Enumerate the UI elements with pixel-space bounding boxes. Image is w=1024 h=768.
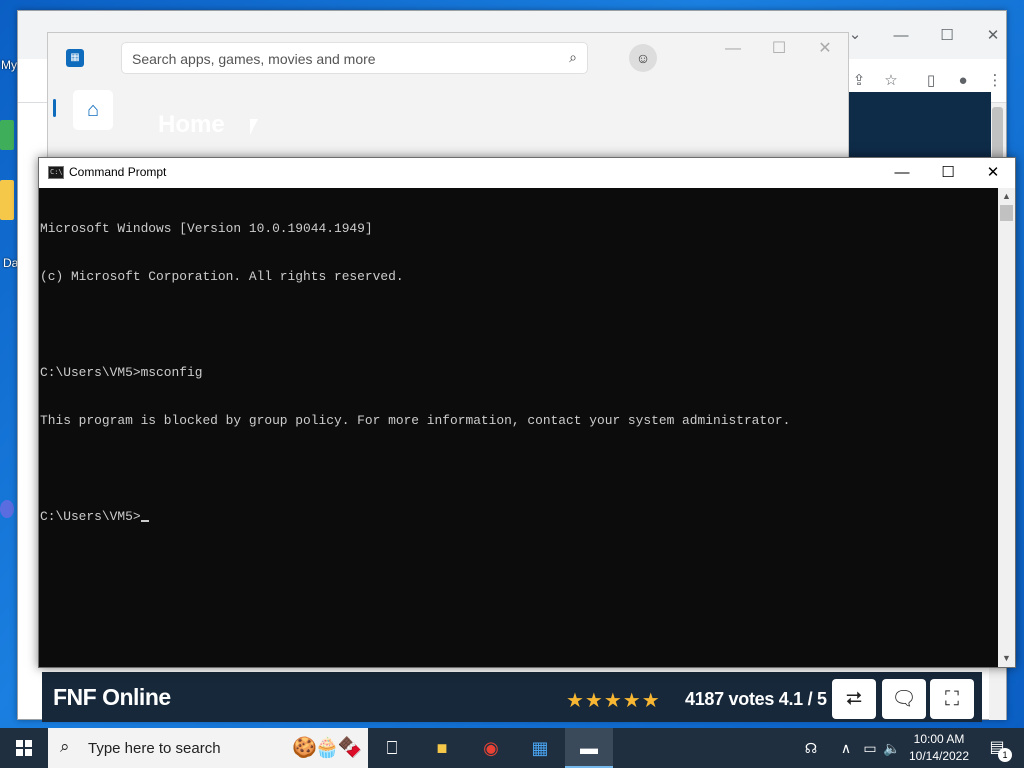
share-button[interactable]: ⮂ [832,679,876,719]
cmd-minimize-button[interactable]: — [879,158,925,188]
console-line: This program is blocked by group policy.… [40,413,791,428]
store-search-box[interactable]: ⌕ [121,42,588,74]
console-line: Microsoft Windows [Version 10.0.19044.19… [40,221,373,236]
people-icon[interactable]: ☊ [798,728,824,768]
folder-icon[interactable] [0,180,14,220]
task-view-icon: ⎕ [386,738,398,758]
share-icon: ⮂ [846,688,862,710]
store-window: ▦ ⌕ ☺ — ☐ ✕ ⌂ Home [47,32,849,163]
task-view-button[interactable]: ⎕ [368,728,416,768]
scrollbar-thumb[interactable] [1000,205,1013,221]
cmd-maximize-button[interactable]: ☐ [925,158,971,188]
rating-votes: 4187 votes 4.1 / 5 [685,689,827,709]
game-info-bar: FNF Online ★★★★★ 4187 votes 4.1 / 5 ⮂ 🗨 … [42,672,982,722]
scroll-up-arrow-icon[interactable]: ▲ [998,188,1015,205]
taskbar-chrome[interactable]: ◉ [467,728,515,768]
cmd-window: C:\ Command Prompt — ☐ ✕ Microsoft Windo… [38,157,1016,668]
cmd-titlebar[interactable]: C:\ Command Prompt — ☐ ✕ [39,158,1015,188]
taskbar-file-explorer[interactable]: ■ [418,728,466,768]
windows-logo-icon [16,740,32,756]
rating-stars[interactable]: ★★★★★ [566,688,661,713]
page-title: Home [158,111,225,138]
comment-icon: 🗨 [891,688,917,710]
app-icon[interactable] [0,120,14,150]
taskbar-cmd[interactable]: ▬ [565,728,613,768]
clock-time: 10:00 AM [913,732,965,746]
store-minimize-button[interactable]: — [713,39,753,59]
nav-selected-indicator [53,99,56,117]
store-maximize-button[interactable]: ☐ [759,39,799,59]
store-nav: ⌂ [48,83,122,163]
clock-date: 10/14/2022 [908,749,970,763]
console-line: ​ [40,317,1000,333]
mouse-cursor [250,119,258,135]
store-close-button[interactable]: ✕ [805,39,845,59]
chrome-close-button[interactable]: ✕ [978,21,1008,51]
chrome-maximize-button[interactable]: ☐ [932,21,962,51]
app-icon[interactable] [0,500,14,518]
store-icon: ▦ [531,738,549,758]
fullscreen-icon: ⛶ [945,688,959,710]
nav-home[interactable]: ⌂ [73,90,113,130]
cmd-window-title: Command Prompt [69,165,167,179]
cmd-icon: C:\ [48,166,64,179]
console-prompt-line: C:\Users\VM5> [40,509,1000,525]
cmd-icon: ▬ [580,738,598,758]
store-search-input[interactable] [132,49,552,69]
cmd-close-button[interactable]: ✕ [970,158,1016,188]
taskbar: ⌕ 🍪🧁🍫 ⎕ ■ ◉ ▦ ▬ ☊ ∧ ▭ 🔈 10:00 AM 10/14/2… [0,728,1024,768]
account-avatar[interactable]: ☺ [629,44,657,72]
start-button[interactable] [0,728,48,768]
comments-button[interactable]: 🗨 [882,679,926,719]
notification-badge: 1 [998,748,1012,762]
search-highlight-icon: 🍪🧁🍫 [292,737,363,759]
taskbar-search[interactable]: ⌕ 🍪🧁🍫 [48,728,368,768]
console-line: (c) Microsoft Corporation. All rights re… [40,269,404,284]
text-cursor [140,520,149,522]
game-title: FNF Online [53,684,171,710]
home-icon: ⌂ [86,99,100,121]
console-line: C:\Users\VM5>msconfig [40,365,203,380]
notification-button[interactable]: ▤ 1 [980,728,1014,768]
desktop-icon-label[interactable]: My [1,58,17,72]
taskbar-search-input[interactable] [88,738,288,758]
cmd-scrollbar[interactable]: ▲ ▼ [998,188,1015,667]
console-line: ​ [40,461,1000,477]
chrome-minimize-button[interactable]: — [886,21,916,51]
cmd-console[interactable]: Microsoft Windows [Version 10.0.19044.19… [39,188,1000,667]
clock[interactable]: 10:00 AM 10/14/2022 [904,728,974,768]
fullscreen-button[interactable]: ⛶ [930,679,974,719]
chevron-up-icon[interactable]: ∧ [836,728,856,768]
game-banner-right [849,92,991,162]
console-prompt: C:\Users\VM5> [40,509,141,524]
store-logo-icon: ▦ [66,49,84,67]
volume-icon[interactable]: 🔈 [882,728,902,768]
taskbar-store[interactable]: ▦ [516,728,564,768]
scroll-down-arrow-icon[interactable]: ▼ [998,650,1015,667]
chrome-icon: ◉ [483,738,499,758]
network-icon[interactable]: ▭ [860,728,880,768]
search-icon: ⌕ [60,737,70,756]
folder-icon: ■ [436,738,448,758]
search-icon[interactable]: ⌕ [569,49,577,66]
